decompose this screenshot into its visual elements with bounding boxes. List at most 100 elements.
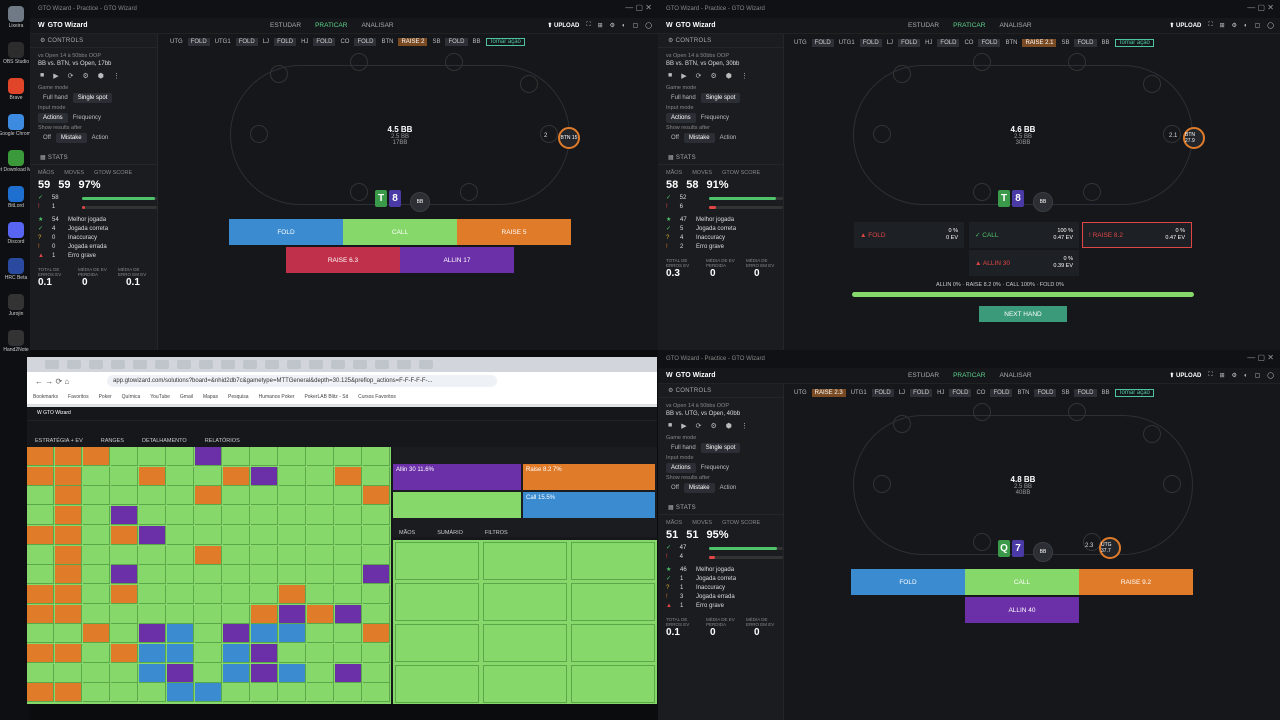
strategy-tab[interactable]: RELATÓRIOS	[205, 438, 240, 444]
range-cell[interactable]	[307, 525, 334, 545]
position-action[interactable]: Tomar ação	[1114, 389, 1154, 397]
range-cell[interactable]	[195, 466, 222, 486]
control-icon[interactable]: ⟳	[696, 72, 702, 80]
range-cell[interactable]	[223, 545, 250, 565]
full-hand-option[interactable]: Full hand	[666, 443, 701, 453]
position-action[interactable]: FOLD	[445, 38, 468, 46]
mistake-option[interactable]: Mistake	[683, 133, 715, 143]
range-cell[interactable]	[195, 663, 222, 683]
nav-icon[interactable]: ⛶	[1208, 372, 1212, 379]
range-cell[interactable]	[139, 486, 166, 506]
range-cell[interactable]	[167, 584, 194, 604]
villain-seat[interactable]: BTN 15	[558, 127, 580, 149]
range-cell[interactable]	[279, 525, 306, 545]
control-icon[interactable]: ⚙	[83, 72, 89, 80]
range-cell[interactable]	[111, 545, 138, 565]
control-icon[interactable]: ■	[40, 72, 44, 80]
nav-icon[interactable]: ⛶	[1208, 22, 1212, 29]
bookmark[interactable]: Favoritos	[68, 394, 89, 400]
range-cell[interactable]	[307, 683, 334, 703]
position-action[interactable]: RAISE 2.3	[811, 389, 846, 397]
desktop-icon[interactable]: Discord	[6, 222, 26, 245]
desktop-icon[interactable]: Hand2Note	[3, 330, 29, 353]
range-cell[interactable]	[55, 644, 82, 663]
position-action[interactable]: FOLD	[187, 38, 210, 46]
range-cell[interactable]	[363, 663, 390, 683]
off-option[interactable]: Off	[666, 483, 684, 493]
nav-tab-analisar[interactable]: ANALISAR	[361, 22, 393, 29]
action-option[interactable]: Action	[87, 133, 114, 143]
range-cell[interactable]	[55, 584, 82, 604]
nav-icon[interactable]: ⚙	[610, 22, 615, 29]
browser-tab-icon[interactable]	[375, 360, 389, 369]
browser-tab-icon[interactable]	[331, 360, 345, 369]
single-spot-option[interactable]: Single spot	[72, 93, 113, 103]
range-cell[interactable]	[83, 486, 110, 506]
range-cell[interactable]	[111, 663, 138, 683]
range-cell[interactable]	[335, 545, 362, 565]
range-cell[interactable]	[307, 486, 334, 506]
range-cell[interactable]	[167, 525, 194, 545]
control-icon[interactable]: ■	[668, 422, 672, 430]
nav-icon[interactable]: ◯	[1267, 22, 1274, 29]
single-spot-option[interactable]: Single spot	[700, 443, 741, 453]
range-cell[interactable]	[139, 683, 166, 703]
control-icon[interactable]: ⋮	[741, 422, 748, 430]
next-hand-button[interactable]: NEXT HAND	[979, 306, 1067, 322]
range-cell[interactable]	[27, 683, 54, 703]
range-cell[interactable]	[251, 624, 278, 644]
range-cell[interactable]	[111, 683, 138, 703]
strategy-tab[interactable]: ESTRATÉGIA + EV	[35, 438, 83, 444]
nav-icon[interactable]: ◯	[1267, 372, 1274, 379]
browser-tab-icon[interactable]	[287, 360, 301, 369]
upload-button[interactable]: ⬆ UPLOAD	[547, 22, 579, 29]
range-cell[interactable]	[223, 644, 250, 663]
range-cell[interactable]	[83, 506, 110, 526]
position-action[interactable]: FOLD	[978, 39, 1001, 47]
result-button[interactable]: ▲ FOLD 0 % 0 EV	[854, 222, 964, 248]
range-cell[interactable]	[363, 624, 390, 644]
range-cell[interactable]	[83, 466, 110, 486]
range-cell[interactable]	[307, 447, 334, 466]
range-cell[interactable]	[307, 604, 334, 624]
range-cell[interactable]	[223, 604, 250, 624]
range-cell[interactable]	[139, 604, 166, 624]
strategy-raise[interactable]: Raise 8.2 7%	[523, 464, 655, 490]
browser-tab-icon[interactable]	[111, 360, 125, 369]
desktop-icon[interactable]: Internet Download Manager	[0, 150, 47, 173]
range-cell[interactable]	[167, 644, 194, 663]
browser-tab-icon[interactable]	[419, 360, 433, 369]
range-cell[interactable]	[307, 663, 334, 683]
range-cell[interactable]	[55, 663, 82, 683]
off-option[interactable]: Off	[38, 133, 56, 143]
action-option[interactable]: Action	[715, 133, 742, 143]
nav-icon[interactable]: ◐	[622, 23, 626, 29]
range-cell[interactable]	[27, 624, 54, 644]
hand-card[interactable]	[483, 583, 567, 621]
range-cell[interactable]	[251, 584, 278, 604]
range-cell[interactable]	[83, 565, 110, 585]
range-cell[interactable]	[111, 604, 138, 624]
action-button[interactable]: CALL	[343, 219, 457, 245]
full-hand-option[interactable]: Full hand	[38, 93, 73, 103]
actions-option[interactable]: Actions	[38, 113, 68, 123]
range-cell[interactable]	[27, 466, 54, 486]
browser-tab-icon[interactable]	[67, 360, 81, 369]
strategy-tab[interactable]: RANGES	[101, 438, 124, 444]
action-button[interactable]: RAISE 6.3	[286, 247, 400, 273]
range-cell[interactable]	[223, 447, 250, 466]
bookmark[interactable]: Pesquisa	[228, 394, 249, 400]
action-button[interactable]: ALLIN 40	[965, 597, 1079, 623]
range-cell[interactable]	[167, 565, 194, 585]
actions-option[interactable]: Actions	[666, 463, 696, 473]
bookmark[interactable]: Cursos Favoritos	[358, 394, 396, 400]
range-cell[interactable]	[251, 644, 278, 663]
range-cell[interactable]	[195, 525, 222, 545]
desktop-icon[interactable]: Jurojin	[6, 294, 26, 317]
control-icon[interactable]: ⚙	[711, 422, 717, 430]
range-cell[interactable]	[139, 565, 166, 585]
browser-tab-icon[interactable]	[243, 360, 257, 369]
range-cell[interactable]	[83, 644, 110, 663]
side-tab[interactable]: MÃOS	[399, 530, 415, 536]
range-cell[interactable]	[223, 565, 250, 585]
